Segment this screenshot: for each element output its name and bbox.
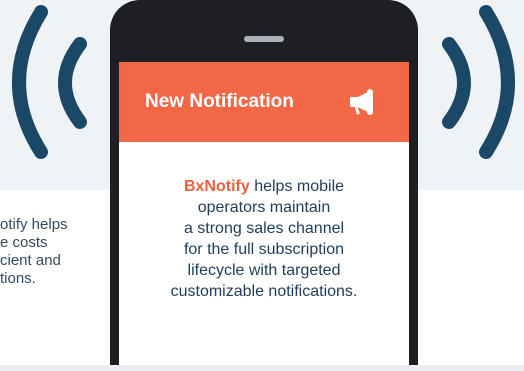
background-description: otify helps e costs cient and tions. (0, 216, 115, 288)
brand-name[interactable]: BxNotify (184, 178, 250, 195)
message-line: a strong sales channel (183, 220, 345, 237)
message-line: lifecycle with targeted (187, 262, 341, 279)
right-outer-wave-icon (479, 5, 515, 159)
phone-speaker (244, 36, 284, 42)
message-line: BxNotify helps mobile (119, 176, 409, 197)
left-outer-wave-icon (12, 5, 48, 159)
background-line: e costs (0, 234, 48, 251)
message-line: customizable notifications. (170, 283, 358, 300)
phone-screen: New Notification BxNotify helps mobile o… (119, 62, 409, 371)
bottom-strip (0, 365, 524, 371)
phone-mockup: New Notification BxNotify helps mobile o… (110, 0, 418, 371)
message-line: operators maintain (197, 199, 331, 216)
background-line: tions. (0, 270, 36, 287)
message-text: helps mobile (249, 178, 345, 195)
background-line: cient and (0, 252, 61, 269)
message-line: for the full subscription (183, 241, 345, 258)
left-inner-wave-icon (58, 37, 87, 129)
right-inner-wave-icon (442, 37, 471, 129)
notification-message: BxNotify helps mobile operators maintain… (119, 176, 409, 302)
notification-header[interactable]: New Notification (119, 62, 409, 142)
background-line: otify helps (0, 216, 68, 233)
notification-title: New Notification (145, 91, 294, 112)
megaphone-icon (350, 89, 373, 115)
